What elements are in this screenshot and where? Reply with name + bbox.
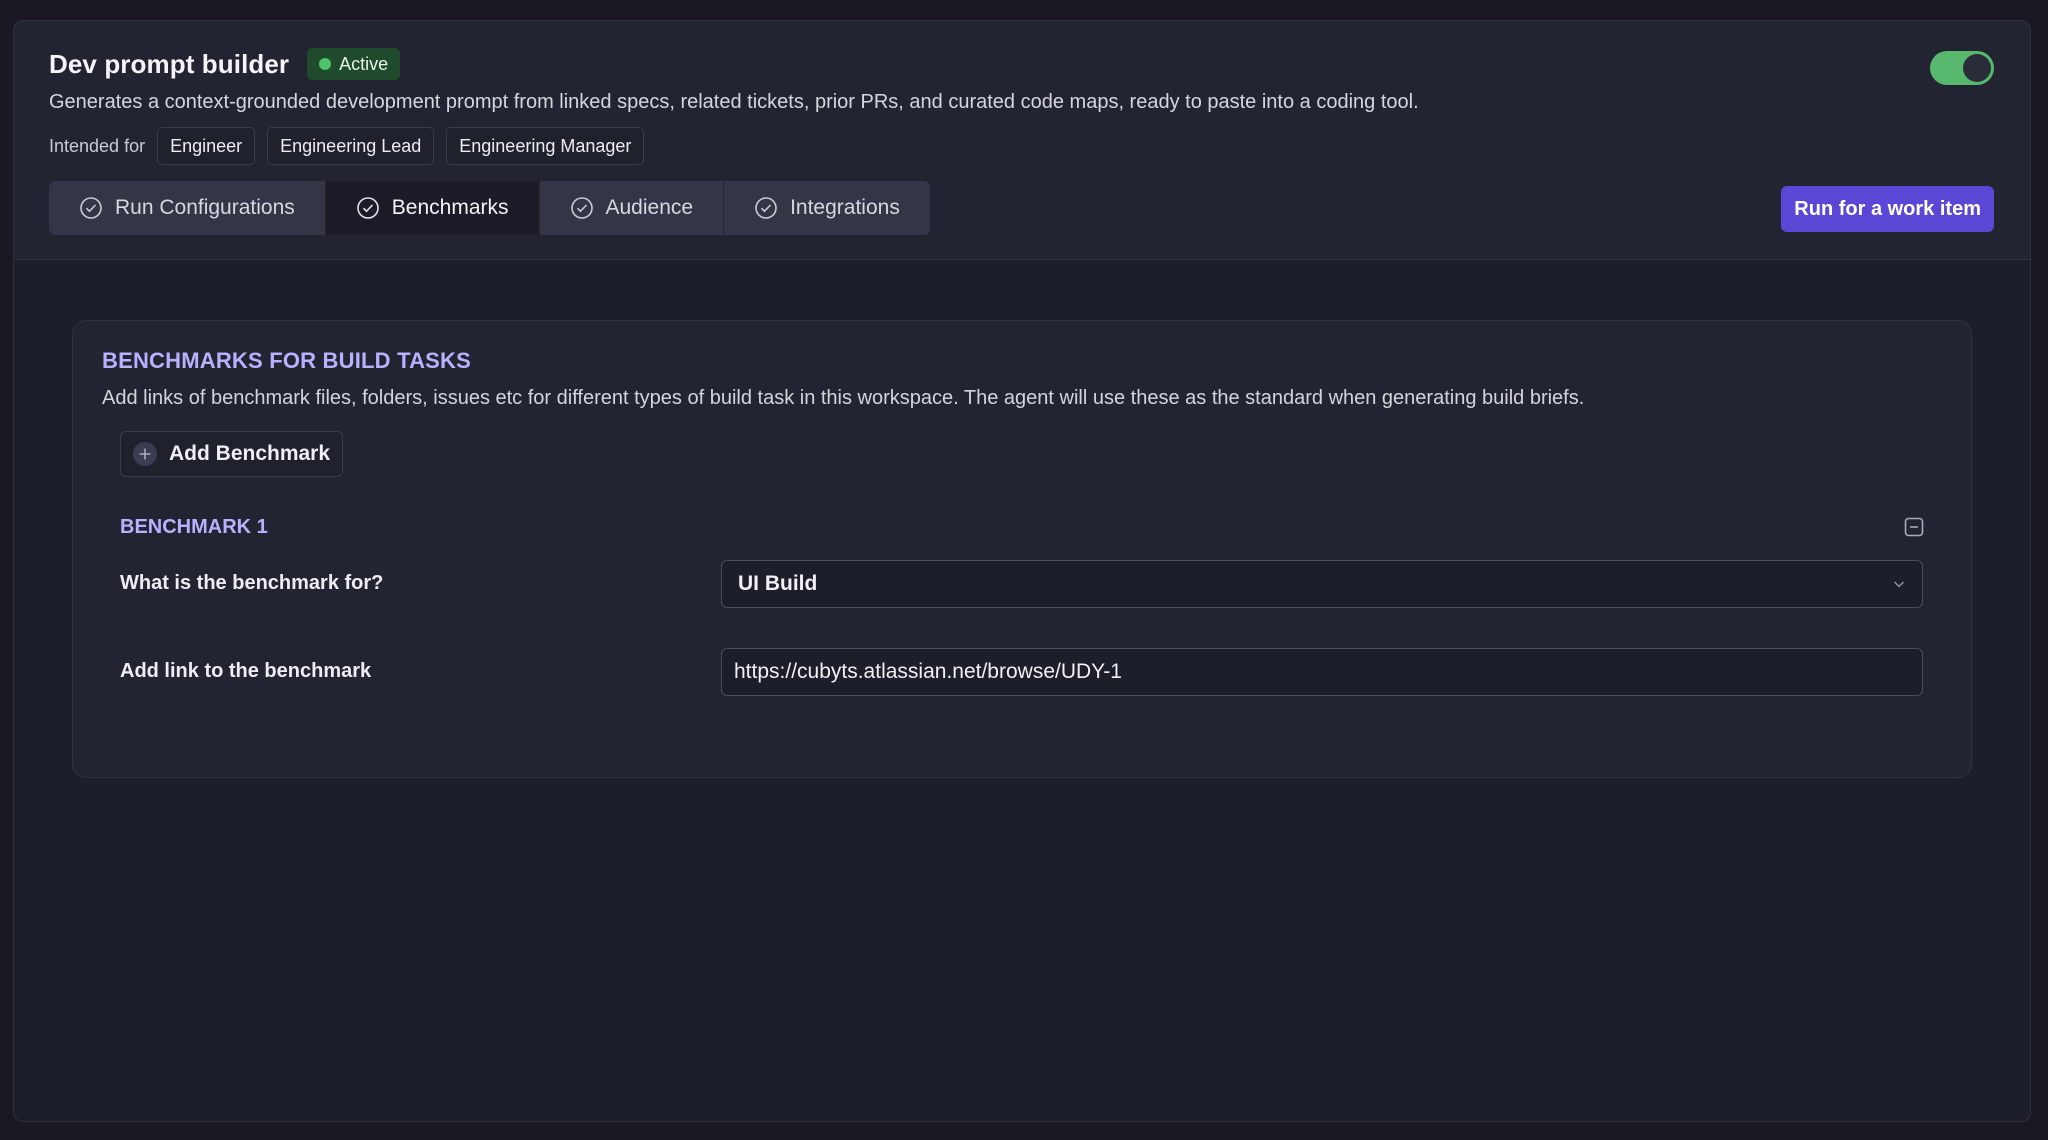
benchmark-title: BENCHMARK 1	[120, 516, 268, 538]
tab-label: Run Configurations	[115, 196, 295, 219]
active-toggle[interactable]	[1930, 51, 1994, 85]
status-label: Active	[339, 53, 389, 74]
tab-label: Benchmarks	[391, 196, 509, 219]
section-title: BENCHMARKS FOR BUILD TASKS	[102, 348, 472, 373]
collapse-icon[interactable]	[1904, 517, 1924, 537]
benchmark-purpose-label: What is the benchmark for?	[120, 572, 384, 594]
check-circle-icon	[755, 197, 777, 219]
tab-run-configurations[interactable]: Run Configurations	[49, 181, 326, 235]
add-benchmark-label: Add Benchmark	[169, 442, 331, 465]
app-frame: Dev prompt builder Active Generates a co…	[13, 20, 2031, 1122]
run-for-work-item-button[interactable]: Run for a work item	[1781, 186, 1994, 232]
benchmark-link-input[interactable]	[721, 648, 1923, 696]
select-value: UI Build	[738, 572, 818, 595]
benchmark-link-label: Add link to the benchmark	[120, 660, 372, 682]
tab-label: Integrations	[790, 196, 900, 219]
toggle-knob	[1963, 54, 1991, 82]
tab-integrations[interactable]: Integrations	[724, 181, 930, 235]
tab-benchmarks[interactable]: Benchmarks	[325, 181, 540, 235]
intended-for-label: Intended for	[49, 135, 146, 156]
status-dot-icon	[319, 58, 332, 70]
plus-icon	[133, 442, 157, 466]
page-description: Generates a context-grounded development…	[49, 91, 1419, 113]
intended-for-row: Intended for Engineer Engineering Lead E…	[49, 127, 645, 165]
check-circle-icon	[570, 197, 593, 219]
tab-label: Audience	[605, 196, 694, 219]
section-description: Add links of benchmark files, folders, i…	[102, 387, 1585, 409]
page-title: Dev prompt builder	[49, 48, 290, 79]
audience-chip-engineering-manager: Engineering Manager	[446, 127, 645, 165]
tab-bar: Run Configurations Benchmarks Audience I…	[49, 181, 930, 235]
tab-audience[interactable]: Audience	[540, 181, 725, 235]
audience-chip-engineer: Engineer	[157, 127, 256, 165]
add-benchmark-button[interactable]: Add Benchmark	[120, 431, 344, 477]
chevron-down-icon	[1893, 581, 1905, 588]
page-header: Dev prompt builder Active Generates a co…	[14, 21, 2030, 260]
check-circle-icon	[356, 197, 379, 219]
benchmarks-card: BENCHMARKS FOR BUILD TASKS Add links of …	[72, 320, 1972, 778]
check-circle-icon	[80, 197, 102, 219]
status-badge: Active	[307, 48, 401, 80]
title-row: Dev prompt builder Active	[49, 48, 401, 80]
audience-chip-engineering-lead: Engineering Lead	[267, 127, 435, 165]
benchmark-purpose-select[interactable]: UI Build	[721, 560, 1923, 608]
